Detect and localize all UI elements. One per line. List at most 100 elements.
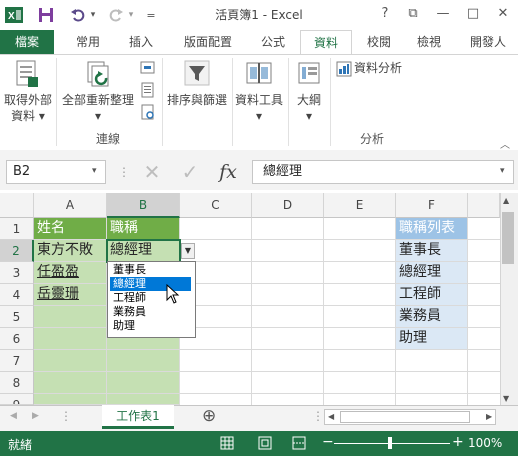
page-layout-view-icon[interactable] — [258, 436, 272, 453]
tab-view[interactable]: 檢視 — [406, 30, 452, 54]
cell-a2[interactable]: 東方不敗 — [34, 240, 107, 262]
name-box[interactable]: B2 — [6, 160, 106, 184]
formula-bar-grip-icon[interactable]: ⋮ — [118, 160, 130, 184]
sheet-more-icon[interactable]: ⋮ — [60, 409, 72, 423]
cell-a6[interactable] — [34, 328, 107, 350]
sort-filter-label: 排序與篩選 — [166, 93, 227, 107]
zoom-out-button[interactable]: − — [322, 434, 334, 450]
cell-f2[interactable]: 董事長 — [396, 240, 468, 262]
row-header-8[interactable]: 8 — [0, 372, 34, 394]
cell-b2-active[interactable]: 總經理 — [106, 239, 181, 263]
cell-b9[interactable] — [107, 394, 180, 405]
get-external-data-label: 取得外部 — [3, 93, 52, 107]
normal-view-icon[interactable] — [220, 436, 234, 453]
zoom-in-button[interactable]: + — [452, 434, 464, 450]
horizontal-scroll-thumb[interactable] — [340, 411, 470, 423]
column-header-c[interactable]: C — [180, 193, 252, 218]
scroll-up-icon[interactable]: ▲ — [503, 196, 509, 205]
dropdown-item[interactable]: 董事長 — [110, 263, 191, 277]
tab-home[interactable]: 常用 — [62, 30, 114, 54]
column-header-a[interactable]: A — [34, 193, 107, 218]
cell-a5[interactable] — [34, 306, 107, 328]
tab-insert[interactable]: 插入 — [118, 30, 164, 54]
dropdown-item[interactable]: 業務員 — [110, 305, 191, 319]
cell-b7[interactable] — [107, 350, 180, 372]
cell-f5[interactable]: 業務員 — [396, 306, 468, 328]
column-header-f[interactable]: F — [396, 193, 468, 218]
enter-icon[interactable]: ✓ — [178, 158, 202, 186]
cell-a1[interactable]: 姓名 — [34, 218, 107, 240]
cancel-icon[interactable]: ✕ — [140, 158, 164, 186]
tab-data[interactable]: 資料 — [300, 30, 352, 54]
maximize-button[interactable]: □ — [462, 4, 484, 24]
get-external-data-button[interactable]: 取得外部 資料 ▾ — [2, 58, 54, 123]
collapse-ribbon-icon[interactable]: ︿ — [500, 136, 510, 151]
outline-icon — [298, 60, 322, 91]
cell-a3-text: 任盈盈 — [37, 264, 79, 280]
cell-a8[interactable] — [34, 372, 107, 394]
zoom-level[interactable]: 100% — [468, 436, 502, 450]
column-header-d[interactable]: D — [252, 193, 324, 218]
scroll-left-icon[interactable]: ◀ — [328, 412, 334, 421]
sheet-nav-next-icon[interactable]: ▶ — [32, 411, 39, 421]
outline-button[interactable]: 大綱 ▾ — [290, 58, 328, 123]
formula-input[interactable]: 總經理 — [252, 160, 514, 184]
page-break-view-icon[interactable] — [292, 436, 306, 453]
filter-icon — [184, 60, 210, 91]
data-tools-button[interactable]: 資料工具 ▾ — [234, 58, 284, 123]
cell-b8[interactable] — [107, 372, 180, 394]
close-button[interactable]: ✕ — [492, 4, 514, 24]
row-header-7[interactable]: 7 — [0, 350, 34, 372]
sheet-tab-1[interactable]: 工作表1 — [102, 405, 174, 429]
column-header-g[interactable] — [468, 193, 500, 218]
vertical-scroll-thumb[interactable] — [502, 212, 514, 264]
tab-file[interactable]: 檔案 — [0, 30, 54, 54]
refresh-icon — [86, 60, 114, 93]
tab-page-layout[interactable]: 版面配置 — [170, 30, 246, 54]
connections-icon[interactable] — [140, 60, 156, 76]
scroll-right-icon[interactable]: ▶ — [486, 412, 492, 421]
cell-b1[interactable]: 職稱 — [107, 218, 180, 240]
name-box-dropdown-icon[interactable]: ▾ — [92, 166, 97, 176]
tab-review[interactable]: 校閱 — [356, 30, 402, 54]
cell-a7[interactable] — [34, 350, 107, 372]
row-header-2[interactable]: 2 — [0, 240, 34, 262]
hscroll-split-icon[interactable]: ⋮ — [312, 409, 324, 423]
sheet-nav-prev-icon[interactable]: ◀ — [10, 411, 17, 421]
scroll-down-icon[interactable]: ▼ — [503, 394, 509, 403]
tab-formulas[interactable]: 公式 — [250, 30, 296, 54]
column-header-b[interactable]: B — [107, 193, 180, 218]
dropdown-item[interactable]: 助理 — [110, 319, 191, 333]
expand-formula-bar-icon[interactable]: ▾ — [500, 166, 505, 176]
column-header-e[interactable]: E — [324, 193, 396, 218]
cell-f1[interactable]: 職稱列表 — [396, 218, 468, 240]
zoom-slider-thumb[interactable] — [388, 437, 392, 449]
row-header-4[interactable]: 4 — [0, 284, 34, 306]
help-button[interactable]: ? — [374, 4, 396, 24]
refresh-all-button[interactable]: 全部重新整理 ▾ — [60, 58, 136, 123]
new-sheet-icon[interactable]: ⊕ — [202, 406, 216, 426]
row-header-5[interactable]: 5 — [0, 306, 34, 328]
row-header-6[interactable]: 6 — [0, 328, 34, 350]
cell-f4[interactable]: 工程師 — [396, 284, 468, 306]
row-header-1[interactable]: 1 — [0, 218, 34, 240]
edit-links-icon[interactable] — [140, 104, 156, 120]
cell-f3[interactable]: 總經理 — [396, 262, 468, 284]
cell-a9[interactable] — [34, 394, 107, 405]
properties-icon[interactable] — [140, 82, 156, 98]
group-separator — [56, 58, 57, 146]
row-header-3[interactable]: 3 — [0, 262, 34, 284]
data-analysis-button[interactable]: 資料分析 — [336, 60, 416, 78]
minimize-button[interactable]: — — [432, 4, 454, 24]
validation-dropdown-button[interactable]: ▼ — [181, 243, 195, 259]
sort-filter-button[interactable]: 排序與篩選 — [164, 58, 230, 122]
zoom-slider-track[interactable] — [334, 443, 450, 444]
cell-f6[interactable]: 助理 — [396, 328, 468, 350]
select-all-corner[interactable] — [0, 193, 34, 218]
row-header-9[interactable]: 9 — [0, 394, 34, 405]
tab-developer[interactable]: 開發人 — [458, 30, 518, 54]
cell-a4[interactable]: 岳靈珊 — [34, 284, 107, 306]
insert-function-icon[interactable]: fx — [214, 158, 242, 186]
ribbon-display-options-button[interactable]: ⧉ — [402, 4, 424, 24]
cell-a3[interactable]: 任盈盈 — [34, 262, 107, 284]
